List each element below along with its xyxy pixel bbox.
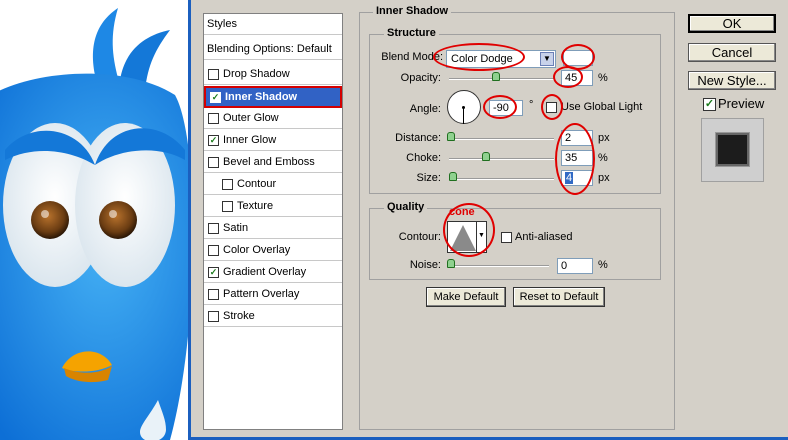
sidebar-item-stroke[interactable]: Stroke — [204, 306, 342, 327]
choke-input[interactable]: 35 — [561, 150, 593, 166]
panel-title: Inner Shadow — [373, 5, 452, 17]
cone-contour-icon — [450, 225, 476, 251]
sidebar-item-label: Satin — [223, 222, 249, 234]
sidebar-item-label: Gradient Overlay — [223, 266, 307, 278]
sidebar-item-label: Inner Glow — [223, 134, 277, 146]
opacity-slider-track[interactable] — [449, 78, 554, 80]
new-style-button[interactable]: New Style... — [688, 71, 776, 90]
sidebar-item-outer-glow[interactable]: Outer Glow — [204, 108, 342, 129]
opacity-slider-thumb[interactable] — [492, 72, 501, 81]
reset-to-default-button[interactable]: Reset to Default — [513, 287, 605, 307]
bird-illustration — [0, 8, 188, 440]
checkbox[interactable] — [208, 288, 219, 300]
distance-input[interactable]: 2 — [561, 130, 593, 146]
blend-mode-label: Blend Mode: — [381, 51, 443, 63]
choke-label: Choke: — [406, 152, 441, 164]
checkbox[interactable] — [208, 222, 219, 234]
angle-dial[interactable] — [447, 90, 481, 124]
use-global-light-label: Use Global Light — [561, 101, 643, 113]
styles-header[interactable]: Styles — [204, 14, 342, 35]
style-preview-thumbnail — [701, 118, 764, 182]
opacity-label: Opacity: — [400, 72, 441, 84]
structure-title: Structure — [384, 27, 439, 39]
checkbox[interactable] — [208, 68, 219, 80]
cone-annotation: cone — [449, 206, 475, 218]
styles-list: Styles Blending Options: Default Drop Sh… — [203, 13, 343, 430]
sidebar-item-inner-glow[interactable]: ✓ Inner Glow — [204, 130, 342, 151]
size-input-value: 4 — [565, 172, 574, 184]
checkbox[interactable] — [208, 112, 219, 124]
angle-unit: ° — [529, 99, 534, 111]
preview-checkbox[interactable]: ✓ — [703, 98, 716, 111]
sidebar-item-drop-shadow[interactable]: Drop Shadow — [204, 64, 342, 85]
sidebar-item-label: Outer Glow — [223, 112, 279, 124]
size-input[interactable]: 4 — [561, 170, 593, 186]
sidebar-item-contour[interactable]: Contour — [204, 174, 342, 195]
blend-mode-value: Color Dodge — [451, 53, 513, 65]
ok-button[interactable]: OK — [688, 14, 776, 33]
checkbox[interactable] — [222, 200, 233, 212]
choke-unit: % — [598, 152, 608, 164]
sidebar-item-label: Color Overlay — [223, 244, 291, 256]
distance-slider-thumb[interactable] — [447, 132, 455, 141]
use-global-light-checkbox[interactable] — [546, 102, 557, 113]
sidebar-item-label: Blending Options: Default — [207, 43, 332, 55]
checkbox[interactable] — [208, 244, 219, 256]
contour-label: Contour: — [398, 231, 441, 243]
size-slider-thumb[interactable] — [449, 172, 457, 181]
noise-input[interactable]: 0 — [557, 258, 593, 274]
noise-unit: % — [598, 259, 608, 271]
chevron-down-icon: ▼ — [540, 52, 554, 66]
checkbox[interactable] — [208, 156, 219, 168]
sidebar-item-color-overlay[interactable]: Color Overlay — [204, 240, 342, 261]
shadow-color-swatch[interactable] — [563, 50, 593, 66]
sidebar-item-satin[interactable]: Satin — [204, 218, 342, 239]
sidebar-item-label: Pattern Overlay — [223, 288, 300, 300]
distance-slider-track[interactable] — [449, 138, 554, 140]
sidebar-item-bevel-emboss[interactable]: Bevel and Emboss — [204, 152, 342, 173]
checkbox[interactable]: ✓ — [208, 266, 219, 278]
checkbox[interactable] — [222, 178, 233, 190]
opacity-input[interactable]: 45 — [561, 70, 593, 86]
angle-label: Angle: — [409, 103, 441, 115]
chevron-down-icon[interactable]: ▼ — [476, 222, 486, 252]
opacity-unit: % — [598, 72, 608, 84]
distance-label: Distance: — [395, 132, 441, 144]
sidebar-item-label: Drop Shadow — [223, 68, 290, 80]
size-unit: px — [598, 172, 610, 184]
sidebar-item-label: Texture — [237, 200, 274, 212]
sidebar-item-pattern-overlay[interactable]: Pattern Overlay — [204, 284, 342, 305]
noise-label: Noise: — [409, 259, 441, 271]
choke-slider-track[interactable] — [449, 158, 554, 160]
checkbox[interactable]: ✓ — [210, 91, 221, 103]
sidebar-item-gradient-overlay[interactable]: ✓ Gradient Overlay — [204, 262, 342, 283]
sidebar-item-blending-options[interactable]: Blending Options: Default — [204, 39, 342, 60]
cancel-button[interactable]: Cancel — [688, 43, 776, 62]
preview-label: Preview — [718, 96, 765, 111]
checkbox[interactable]: ✓ — [208, 134, 219, 146]
quality-title: Quality — [384, 201, 428, 213]
sidebar-item-label: Contour — [237, 178, 277, 190]
anti-aliased-checkbox[interactable] — [501, 232, 512, 243]
contour-picker[interactable]: ▼ — [447, 221, 487, 253]
sidebar-item-label: Stroke — [223, 310, 255, 322]
styles-header-label: Styles — [207, 18, 237, 30]
angle-input[interactable]: -90 — [489, 100, 523, 116]
anti-aliased-label: Anti-aliased — [515, 231, 573, 243]
blend-mode-select[interactable]: Color Dodge ▼ — [446, 50, 556, 68]
size-label: Size: — [416, 172, 441, 184]
noise-slider-track[interactable] — [449, 265, 549, 267]
distance-unit: px — [598, 132, 610, 144]
layer-style-dialog: Styles Blending Options: Default Drop Sh… — [188, 0, 788, 440]
sidebar-item-label: Inner Shadow — [225, 91, 298, 103]
choke-slider-thumb[interactable] — [481, 152, 490, 161]
bird-artwork — [0, 0, 188, 440]
sidebar-item-inner-shadow[interactable]: ✓ Inner Shadow — [204, 86, 342, 108]
make-default-button[interactable]: Make Default — [426, 287, 506, 307]
size-slider-track[interactable] — [449, 178, 554, 180]
checkbox[interactable] — [208, 310, 219, 322]
sidebar-item-label: Bevel and Emboss — [223, 156, 315, 168]
noise-slider-thumb[interactable] — [447, 259, 455, 268]
sidebar-item-texture[interactable]: Texture — [204, 196, 342, 217]
